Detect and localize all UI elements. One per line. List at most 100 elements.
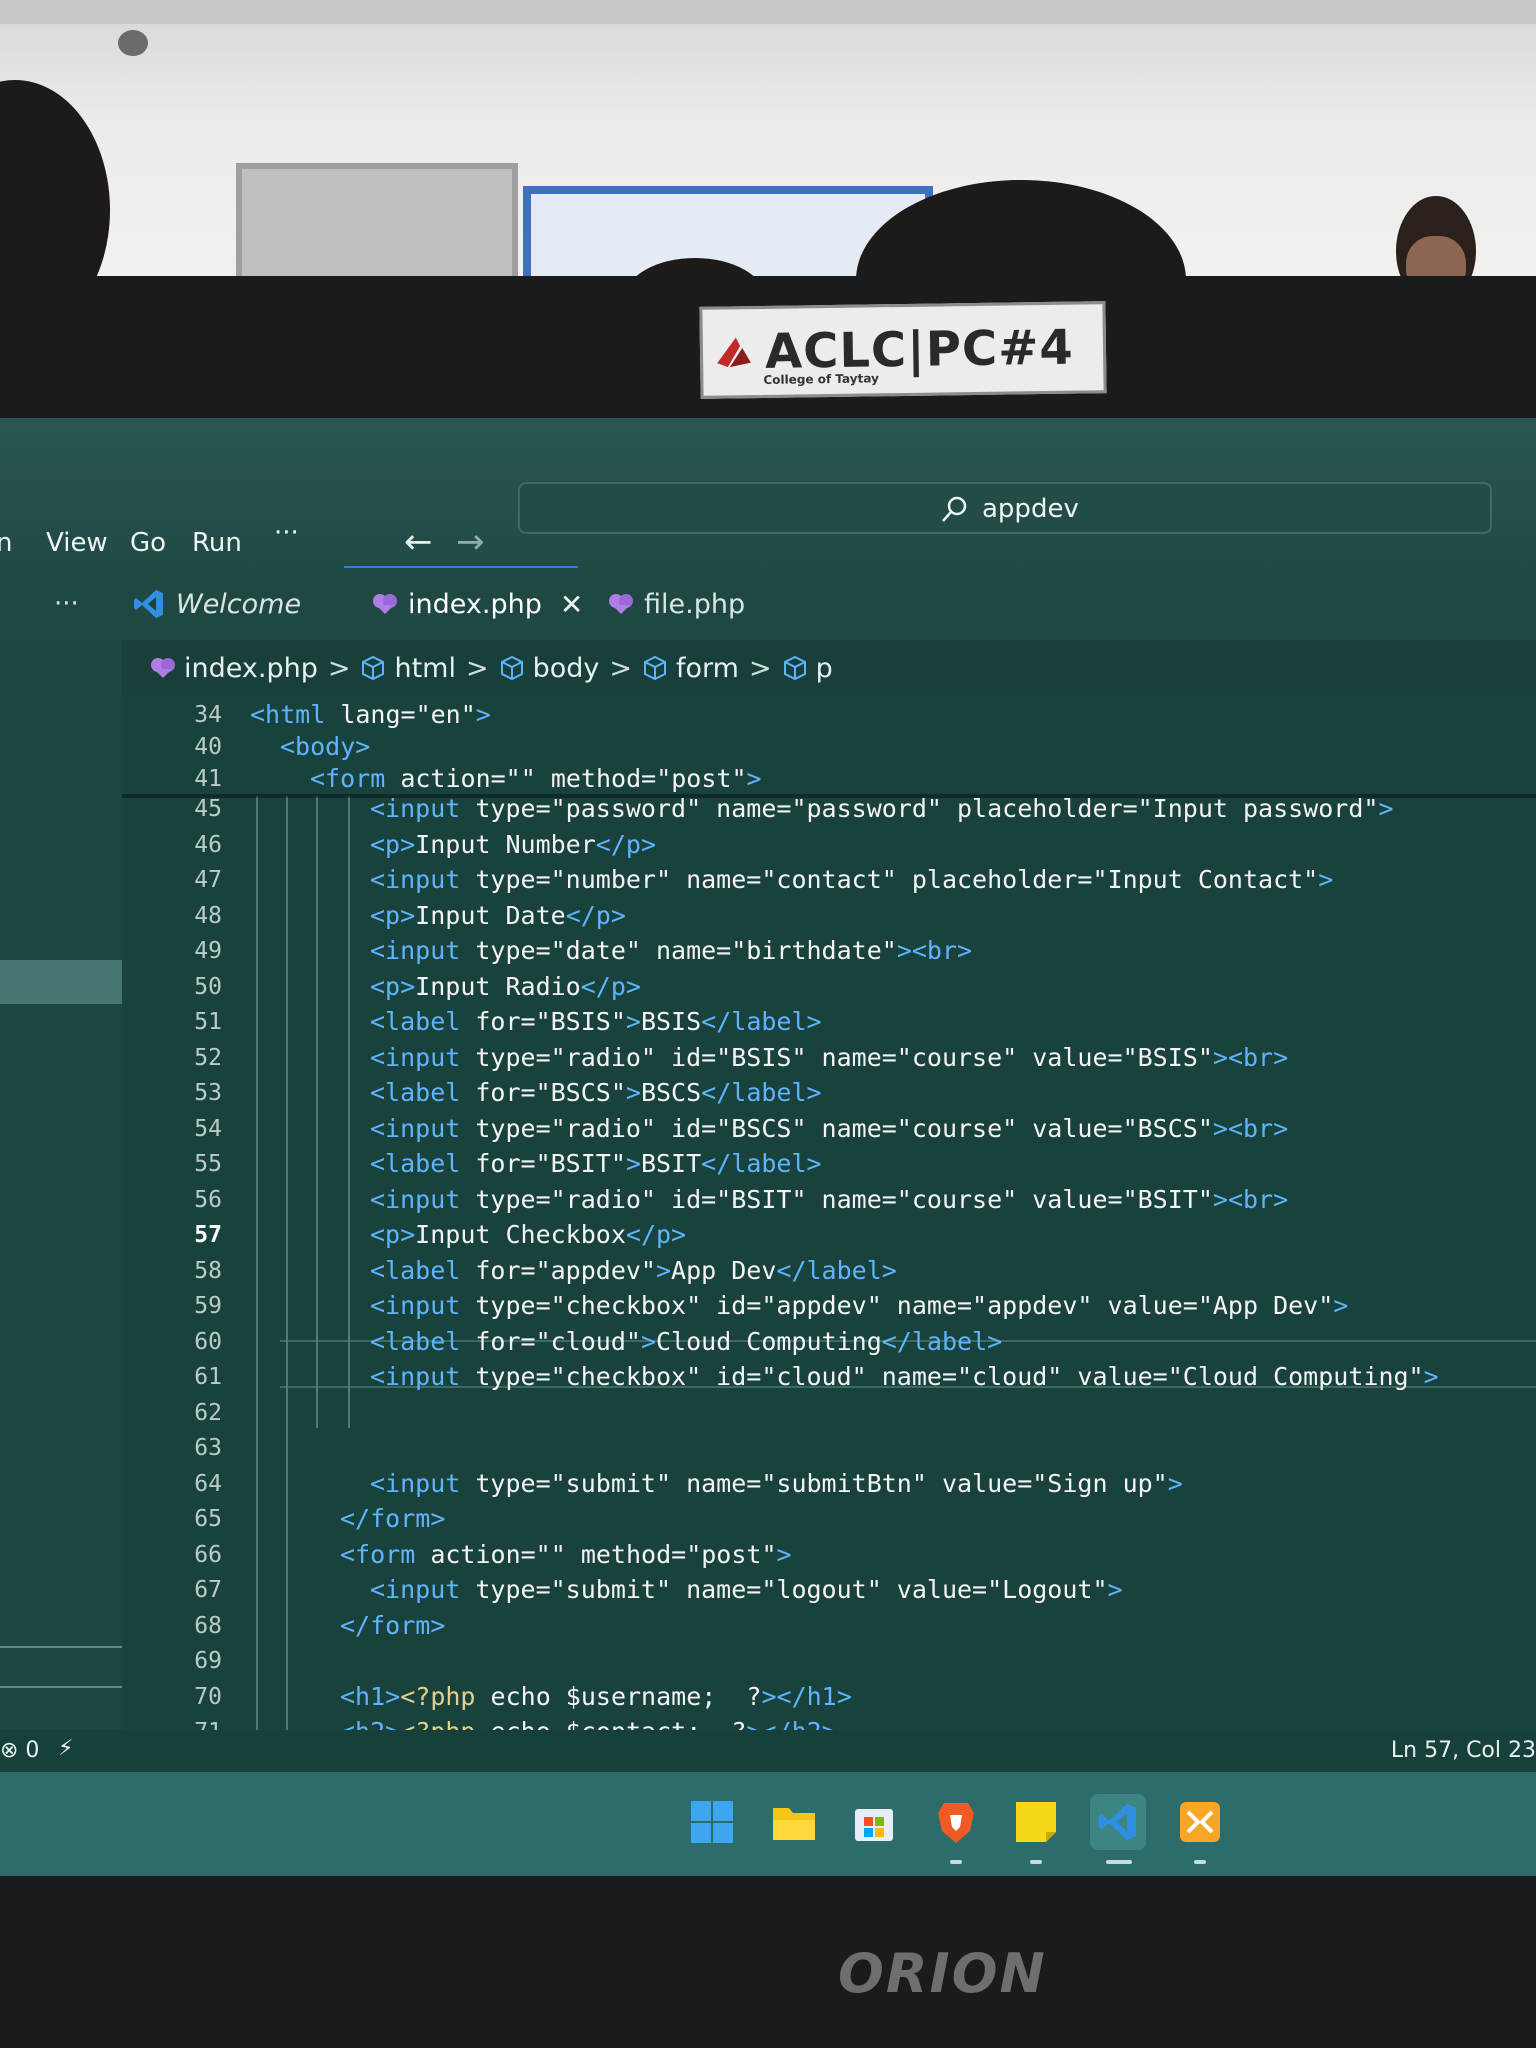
line-number: 45 [194, 796, 222, 822]
code-line[interactable]: <p>Input Number</p> [370, 828, 656, 862]
code-line[interactable]: <input type="checkbox" id="cloud" name="… [370, 1360, 1439, 1394]
code-line[interactable]: <input type="number" name="contact" plac… [370, 863, 1333, 897]
line-number: 41 [194, 766, 222, 792]
brave-browser-icon[interactable] [928, 1794, 984, 1850]
menu-item-go[interactable]: Go [130, 528, 166, 558]
microsoft-store-icon [855, 1809, 893, 1841]
vscode-icon[interactable] [1090, 1794, 1146, 1850]
line-number: 56 [194, 1186, 222, 1213]
code-line[interactable]: <input type="password" name="password" p… [370, 792, 1394, 826]
code-line[interactable]: </form> [340, 1609, 445, 1643]
sidebar-more-button[interactable]: ··· [54, 568, 79, 640]
sync-icon[interactable]: ⚡ [58, 1736, 73, 1761]
menu-item-run[interactable]: Run [192, 528, 242, 558]
vscode-icon [134, 590, 163, 618]
tab-welcome[interactable]: Welcome [132, 568, 301, 640]
line-number: 68 [194, 1612, 222, 1639]
line-number: 58 [194, 1257, 222, 1284]
symbol-element-icon [644, 655, 667, 681]
running-indicator [950, 1860, 962, 1864]
line-number: 69 [194, 1648, 222, 1674]
line-number: 52 [194, 1044, 222, 1071]
line-number: 63 [194, 1435, 222, 1461]
breadcrumb: index.php > html > body > form > p [150, 640, 833, 696]
code-line[interactable]: <html lang="en"> [250, 698, 491, 732]
line-number: 64 [194, 1470, 222, 1497]
code-line[interactable]: <label for="cloud">Cloud Computing</labe… [370, 1325, 1002, 1359]
pc-label-text: ACLC|PC#4 [764, 319, 1075, 380]
breadcrumb-item-form[interactable]: form [642, 653, 739, 684]
menu-item-view[interactable]: View [46, 528, 108, 558]
microsoft-store-icon[interactable] [846, 1794, 902, 1850]
title-menu-bar: n View Go Run ··· ← → appdev [0, 418, 1536, 571]
sidebar-selected-item[interactable] [0, 960, 122, 1004]
code-line[interactable]: <h1><?php echo $username; ?></h1> [340, 1680, 852, 1714]
file-explorer-icon[interactable] [766, 1794, 822, 1850]
line-number: 46 [194, 831, 222, 858]
line-number: 57 [194, 1222, 222, 1248]
indent-guide [316, 796, 318, 1428]
chevron-right-icon: > [465, 652, 489, 684]
windows-start-icon[interactable] [684, 1794, 740, 1850]
tab-file-php[interactable]: file.php [608, 568, 745, 640]
command-center-search[interactable]: appdev [518, 482, 1492, 534]
breadcrumb-label: index.php [184, 652, 318, 684]
line-number: 50 [194, 973, 222, 1000]
breadcrumb-label: body [532, 652, 600, 684]
indent-guide [256, 796, 258, 1752]
code-line[interactable]: <label for="BSIT">BSIT</label> [370, 1147, 822, 1181]
code-line[interactable]: <input type="submit" name="logout" value… [370, 1573, 1123, 1607]
security-camera [118, 30, 148, 56]
code-line[interactable]: <p>Input Radio</p> [370, 970, 641, 1004]
code-line[interactable]: </form> [340, 1502, 445, 1536]
code-line[interactable]: <label for="BSCS">BSCS</label> [370, 1076, 822, 1110]
tab-index-php[interactable]: index.php ✕ [372, 568, 583, 640]
breadcrumb-item-body[interactable]: body [499, 652, 600, 684]
room-background [0, 0, 1536, 300]
xampp-icon [1180, 1802, 1220, 1842]
code-line[interactable]: <input type="radio" id="BSIS" name="cour… [370, 1041, 1288, 1075]
xampp-icon[interactable] [1172, 1794, 1228, 1850]
breadcrumb-label: p [815, 652, 833, 684]
line-number: 40 [194, 734, 222, 760]
code-line[interactable]: <body> [280, 730, 370, 764]
code-line[interactable]: <input type="date" name="birthdate"><br> [370, 934, 972, 968]
line-number: 47 [194, 867, 222, 893]
line-number: 67 [194, 1577, 222, 1603]
code-line[interactable]: <p>Input Date</p> [370, 899, 626, 933]
code-line[interactable]: <p>Input Checkbox</p> [370, 1218, 686, 1252]
breadcrumb-item-file[interactable]: index.php [150, 653, 318, 684]
line-number: 34 [194, 702, 222, 728]
code-line[interactable]: <form action="" method="post"> [340, 1538, 792, 1572]
sticky-notes-icon[interactable] [1008, 1794, 1064, 1850]
menu-item-selection[interactable]: n [0, 528, 12, 558]
screen: n View Go Run ··· ← → appdev ··· Welcome [0, 418, 1536, 1876]
back-arrow-icon[interactable]: ← [404, 522, 433, 562]
code-editor[interactable]: 34 <html lang="en"> 40 <body> 41 <form action… [122, 696, 1536, 1752]
file-explorer-icon [773, 1808, 815, 1840]
code-line[interactable]: <input type="radio" id="BSCS" name="cour… [370, 1112, 1288, 1146]
breadcrumb-item-p[interactable]: p [782, 653, 833, 684]
tab-label: index.php [408, 588, 542, 620]
forward-arrow-icon[interactable]: → [456, 522, 485, 562]
code-line[interactable]: <input type="submit" name="submitBtn" va… [370, 1467, 1183, 1501]
close-icon[interactable]: ✕ [560, 588, 583, 621]
code-line[interactable]: <form action="" method="post"> [310, 762, 762, 796]
line-number: 66 [194, 1541, 222, 1568]
search-text: appdev [982, 494, 1079, 524]
line-number: 65 [194, 1506, 222, 1532]
cursor-position[interactable]: Ln 57, Col 23 [1391, 1738, 1536, 1763]
breadcrumb-label: html [394, 652, 456, 684]
code-line[interactable]: <input type="checkbox" id="appdev" name=… [370, 1289, 1348, 1323]
menu-more-button[interactable]: ··· [274, 518, 299, 548]
problems-indicator[interactable]: ⊗ 0 [0, 1738, 39, 1763]
editor-tab-bar: ··· Welcome index.php ✕ file.php [0, 568, 1536, 640]
code-line[interactable]: <label for="appdev">App Dev</label> [370, 1254, 897, 1288]
line-number: 61 [194, 1364, 222, 1390]
breadcrumb-item-html[interactable]: html [360, 653, 456, 684]
vscode-icon [1098, 1803, 1137, 1841]
code-line[interactable]: <label for="BSIS">BSIS</label> [370, 1005, 822, 1039]
php-icon [609, 594, 633, 614]
code-line[interactable]: <input type="radio" id="BSIT" name="cour… [370, 1183, 1288, 1217]
line-number: 55 [194, 1151, 222, 1177]
